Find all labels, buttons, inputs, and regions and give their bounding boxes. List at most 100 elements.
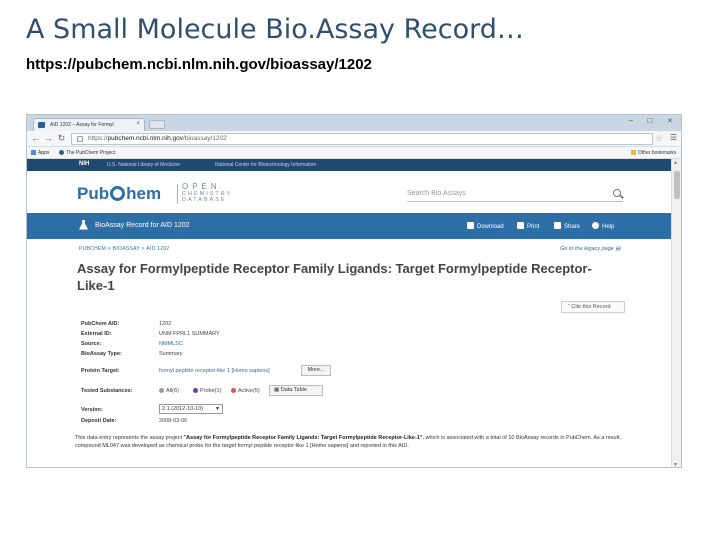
chevron-down-icon: ▼ [215, 406, 220, 412]
scroll-down-icon[interactable]: ▼ [673, 462, 678, 467]
version-label: Version: [81, 407, 103, 413]
legacy-page-link[interactable]: Go to the legacy page ▤ [560, 246, 621, 252]
forward-arrow-icon[interactable]: → [43, 133, 54, 144]
logo-text-hem: hem [126, 184, 162, 203]
tested-all-option[interactable]: All(6) [159, 388, 179, 394]
back-arrow-icon[interactable]: ← [30, 133, 41, 144]
nih-logo[interactable]: NIH [79, 161, 89, 167]
legacy-link-label: Go to the legacy page [560, 246, 614, 252]
external-id-label: External ID: [81, 331, 112, 337]
bookmark-apps[interactable]: Apps [31, 150, 49, 156]
logo-text-pub: Pub [77, 184, 110, 203]
page-title: Assay for Formylpeptide Receptor Family … [77, 261, 592, 293]
url-host: pubchem.ncbi.nlm.nih.gov [107, 135, 184, 142]
radio-icon [231, 388, 236, 393]
tested-active-option[interactable]: Active(5) [231, 388, 260, 394]
external-id-value: UNM FPRL1 SUMMARY [159, 331, 220, 337]
table-icon: ▦ [274, 387, 280, 393]
aid-value: 1202 [159, 321, 172, 327]
pubchem-logo[interactable]: Pub hem [77, 184, 161, 204]
bookmark-star-icon[interactable]: ☆ [655, 133, 663, 144]
description-text-1: This data entry represents the assay pro… [75, 435, 184, 441]
tested-all-label: All(6) [166, 388, 179, 394]
bookmark-apps-label: Apps [38, 150, 50, 156]
pubchem-favicon-icon [59, 150, 64, 155]
pubchem-header: Pub hem OPEN CHEMISTRY DATABASE Search Bi… [27, 171, 673, 213]
scroll-up-icon[interactable]: ▲ [673, 160, 678, 166]
tab-bar: AID 1202 – Assay for Formyl × – □ × [27, 115, 681, 131]
radio-icon [159, 388, 164, 393]
browser-screenshot: AID 1202 – Assay for Formyl × – □ × ← → … [26, 114, 682, 468]
data-table-button[interactable]: ▦ Data Table [269, 385, 323, 396]
tested-label: Tested Substances: [81, 388, 133, 394]
target-label: Protein Target: [81, 368, 120, 374]
cite-record-button[interactable]: “ Cite this Record [561, 301, 625, 313]
deposit-label: Deposit Date: [81, 418, 117, 424]
share-icon [554, 222, 561, 229]
flask-icon [79, 220, 88, 230]
bookmark-pubchem-project[interactable]: The PubChem Project [59, 150, 115, 156]
external-link-icon: ▤ [615, 246, 621, 252]
download-button[interactable]: Download [467, 222, 504, 230]
aid-label: PubChem AID: [81, 321, 120, 327]
scroll-thumb[interactable] [674, 171, 680, 199]
other-bookmarks[interactable]: Other bookmarks [631, 150, 676, 156]
radio-icon [193, 388, 198, 393]
reload-icon[interactable]: ↻ [56, 133, 67, 144]
nlm-link[interactable]: U.S. National Library of Medicine [107, 162, 180, 168]
slide-url: https://pubchem.ncbi.nlm.nih.gov/bioassa… [26, 56, 372, 73]
quote-icon: “ [568, 304, 570, 310]
url-path: /bioassay/1202 [183, 135, 227, 142]
bookmark-pubchem-label: The PubChem Project [66, 150, 116, 156]
url-input[interactable]: https://pubchem.ncbi.nlm.nih.gov/bioassa… [71, 133, 653, 145]
print-label: Print [527, 224, 540, 230]
breadcrumb[interactable]: PUBCHEM > BIOASSAY > AID 1202 [79, 246, 170, 252]
print-button[interactable]: Print [517, 222, 539, 230]
deposit-value: 2008-03-06 [159, 418, 188, 424]
apps-grid-icon [31, 150, 36, 155]
type-label: BioAssay Type: [81, 351, 122, 357]
tested-probe-label: Probe(1) [200, 388, 222, 394]
tab-title: AID 1202 – Assay for Formyl [50, 122, 114, 128]
search-input[interactable]: Search Bio.Assays [407, 188, 623, 202]
ncbi-header-bar: NIH U.S. National Library of Medicine Na… [27, 159, 673, 171]
address-bar: ← → ↻ https://pubchem.ncbi.nlm.nih.gov/b… [27, 131, 681, 147]
assay-description: This data entry represents the assay pro… [75, 435, 627, 450]
data-table-label: Data Table [280, 387, 307, 393]
source-label: Source: [81, 341, 102, 347]
record-title: BioAssay Record for AID 1202 [95, 222, 190, 229]
more-button[interactable]: More... [301, 365, 331, 376]
tested-probe-option[interactable]: Probe(1) [193, 388, 221, 394]
download-icon [467, 222, 474, 229]
record-toolbar: BioAssay Record for AID 1202 Download Pr… [27, 213, 673, 239]
slide-title: A Small Molecule Bio.Assay Record… [26, 14, 524, 45]
bookmarks-bar: Apps The PubChem Project Other bookmarks [27, 147, 681, 159]
tested-active-label: Active(5) [238, 388, 260, 394]
pubchem-favicon-icon [38, 122, 45, 128]
search-placeholder: Search Bio.Assays [407, 190, 466, 197]
cite-label: Cite this Record [571, 304, 611, 310]
help-icon [592, 222, 599, 229]
page-scrollbar[interactable]: ▲ ▼ [671, 159, 681, 467]
help-button[interactable]: Help [592, 222, 614, 230]
tab-close-icon[interactable]: × [136, 121, 140, 127]
source-link[interactable]: NMMLSC [159, 341, 183, 347]
ncbi-link[interactable]: National Center for Biotechnology Inform… [215, 162, 316, 168]
target-link[interactable]: formyl peptide receptor-like 1 [Homo sap… [159, 368, 270, 374]
browser-tab[interactable]: AID 1202 – Assay for Formyl × [33, 118, 145, 131]
version-value: 2.1 (2012-10-10) [162, 406, 203, 412]
new-tab-button[interactable] [149, 120, 165, 129]
other-bookmarks-label: Other bookmarks [638, 150, 677, 156]
minimize-icon[interactable]: – [624, 116, 638, 126]
share-button[interactable]: Share [554, 222, 580, 230]
version-select[interactable]: 2.1 (2012-10-10) ▼ [159, 404, 223, 414]
share-label: Share [564, 224, 581, 230]
help-label: Help [602, 224, 615, 230]
pubchem-hexagon-icon [110, 186, 126, 201]
search-icon[interactable] [613, 189, 621, 197]
description-assay-name: "Assay for Formylpeptide Receptor Family… [183, 435, 423, 441]
browser-menu-icon[interactable]: ☰ [670, 133, 677, 142]
open-chemistry-tagline: OPEN CHEMISTRY DATABASE [177, 183, 232, 204]
close-window-icon[interactable]: × [663, 116, 677, 126]
maximize-icon[interactable]: □ [643, 116, 657, 126]
